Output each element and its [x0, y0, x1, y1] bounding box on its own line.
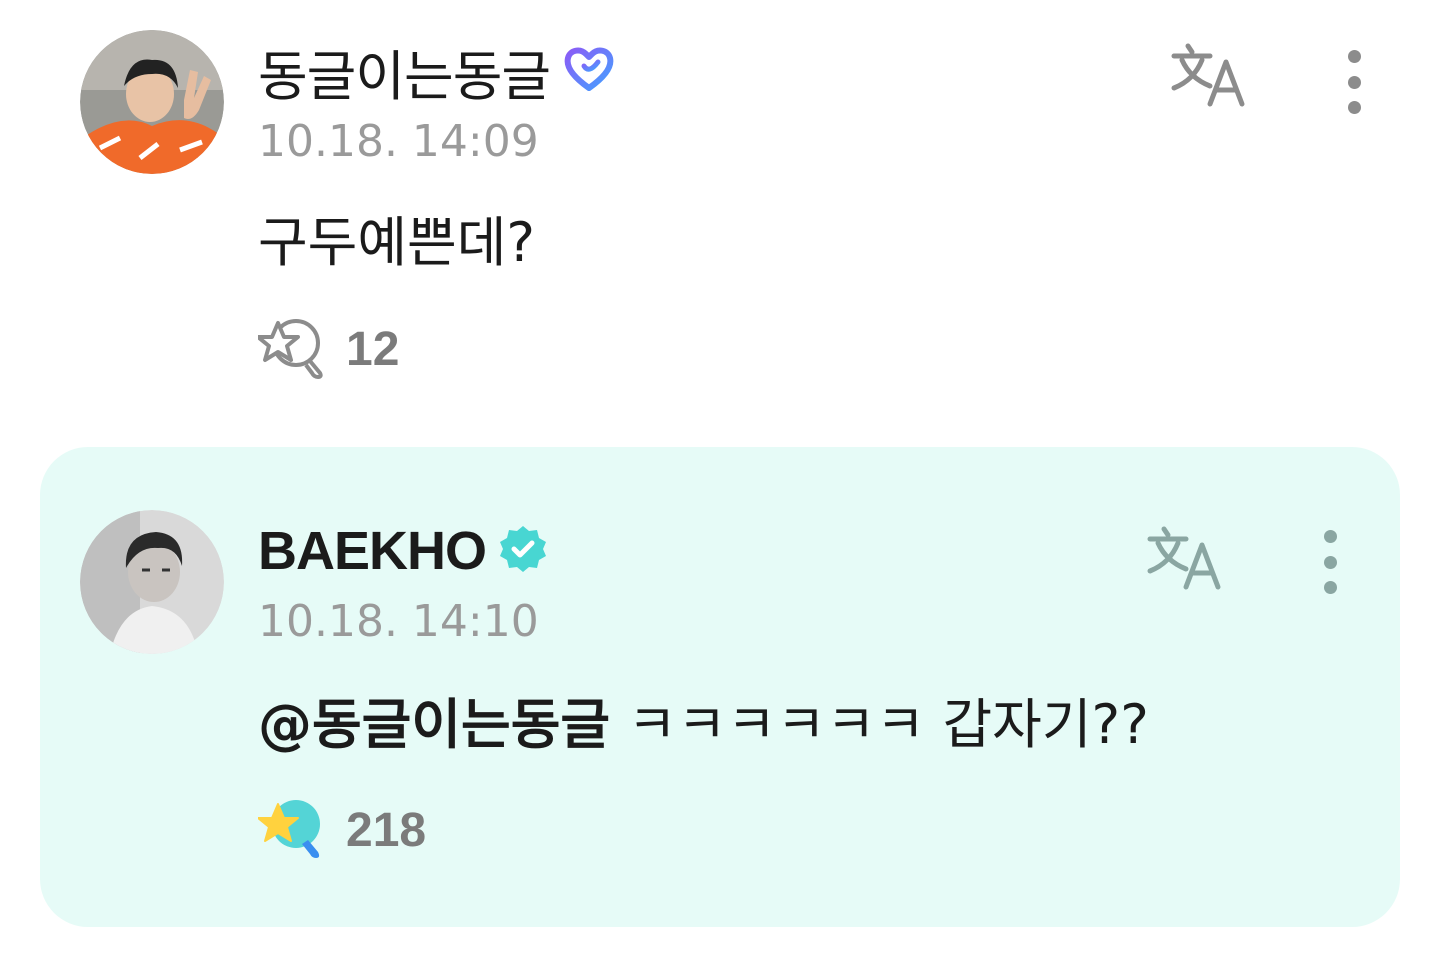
comment-timestamp: 10.18. 14:10	[258, 596, 539, 647]
author-row: 동글이는동글	[258, 36, 616, 108]
reaction-button[interactable]: 12	[256, 314, 400, 384]
author-row: BAEKHO	[258, 516, 548, 586]
avatar-photo	[80, 30, 224, 174]
more-options-button[interactable]	[1310, 522, 1350, 602]
more-dot	[1323, 581, 1337, 594]
comment-item: 동글이는동글 10.18. 14:09 구두예쁜데? 12	[0, 0, 1440, 420]
verified-badge-icon	[498, 524, 548, 578]
heart-badge-icon	[562, 44, 616, 98]
more-options-button[interactable]	[1334, 42, 1374, 122]
avatar-photo	[80, 510, 224, 654]
more-dot	[1347, 75, 1361, 89]
artist-reply-card: BAEKHO 10.18. 14:10 @동글이는동글 ㅋㅋㅋㅋㅋㅋ 갑자기??…	[40, 447, 1400, 927]
comment-timestamp: 10.18. 14:09	[258, 116, 539, 167]
more-dot	[1323, 555, 1337, 569]
translate-button[interactable]	[1146, 523, 1230, 593]
star-magnifier-filled-icon	[257, 796, 328, 864]
reaction-count: 12	[346, 322, 400, 376]
translate-button[interactable]	[1170, 40, 1254, 110]
reply-text: @동글이는동글 ㅋㅋㅋㅋㅋㅋ 갑자기??	[258, 680, 1149, 759]
more-dot	[1347, 50, 1361, 63]
reaction-button[interactable]: 218	[257, 795, 427, 865]
reaction-count: 218	[346, 803, 427, 857]
mention-link[interactable]: @동글이는동글	[258, 693, 610, 756]
reply-body: ㅋㅋㅋㅋㅋㅋ 갑자기??	[610, 693, 1149, 756]
more-dot	[1323, 530, 1337, 543]
avatar[interactable]	[80, 510, 224, 654]
more-dot	[1347, 101, 1361, 114]
star-magnifier-outline-icon	[256, 315, 328, 383]
translate-icon	[1147, 526, 1221, 590]
translate-icon	[1171, 43, 1245, 107]
author-name[interactable]: BAEKHO	[258, 520, 487, 582]
comment-text: 구두예쁜데?	[258, 211, 536, 274]
avatar[interactable]	[80, 30, 224, 174]
author-name[interactable]: 동글이는동글	[258, 32, 551, 111]
